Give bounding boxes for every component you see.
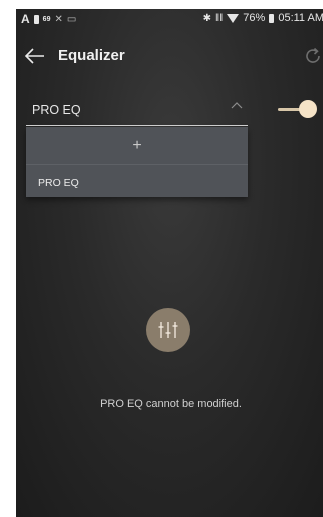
battery-percent: 76% — [243, 12, 266, 24]
device-battery-icon — [33, 14, 39, 24]
bluetooth-icon: ✱ — [202, 12, 212, 24]
preset-selected-label: PRO EQ — [32, 103, 81, 117]
locked-message: PRO EQ cannot be modified. — [100, 398, 242, 410]
status-bar-right: ✱ ǁǁ 76% 05:11 AM — [203, 12, 323, 24]
dropdown-item[interactable]: PRO EQ — [26, 165, 248, 197]
cast-icon: ▭ — [66, 13, 77, 25]
equalizer-sliders-icon — [158, 322, 178, 338]
chevron-up-icon — [231, 102, 243, 109]
device-screen: A 69 ✕ ▭ ✱ ǁǁ 76% 05:11 AM Equalizer PRO… — [16, 9, 323, 517]
preset-row: PRO EQ — [16, 91, 323, 127]
usb-off-icon: ✕ — [54, 13, 63, 25]
back-arrow-icon — [24, 48, 44, 64]
refresh-button[interactable] — [302, 45, 323, 67]
equalizer-toggle[interactable] — [278, 99, 318, 119]
page-title: Equalizer — [58, 47, 125, 64]
preset-selector[interactable]: PRO EQ — [26, 91, 248, 126]
status-app-letter: A — [21, 12, 30, 26]
status-number: 69 — [42, 15, 51, 23]
battery-icon — [269, 13, 275, 23]
clock: 05:11 AM — [278, 12, 323, 24]
back-button[interactable] — [22, 43, 48, 69]
equalizer-badge — [146, 308, 190, 352]
preset-dropdown: + PRO EQ — [26, 127, 248, 197]
app-header: Equalizer — [16, 39, 323, 73]
add-preset-button[interactable]: + — [26, 127, 248, 165]
dropdown-item-label: PRO EQ — [38, 177, 79, 189]
refresh-icon — [306, 47, 320, 63]
wifi-icon — [227, 13, 240, 23]
status-bar: A 69 ✕ ▭ ✱ ǁǁ 76% 05:11 AM — [16, 9, 323, 31]
toggle-thumb — [299, 100, 317, 118]
status-bar-left: A 69 ✕ ▭ — [21, 12, 76, 26]
signal-icon: ǁǁ — [215, 12, 224, 24]
